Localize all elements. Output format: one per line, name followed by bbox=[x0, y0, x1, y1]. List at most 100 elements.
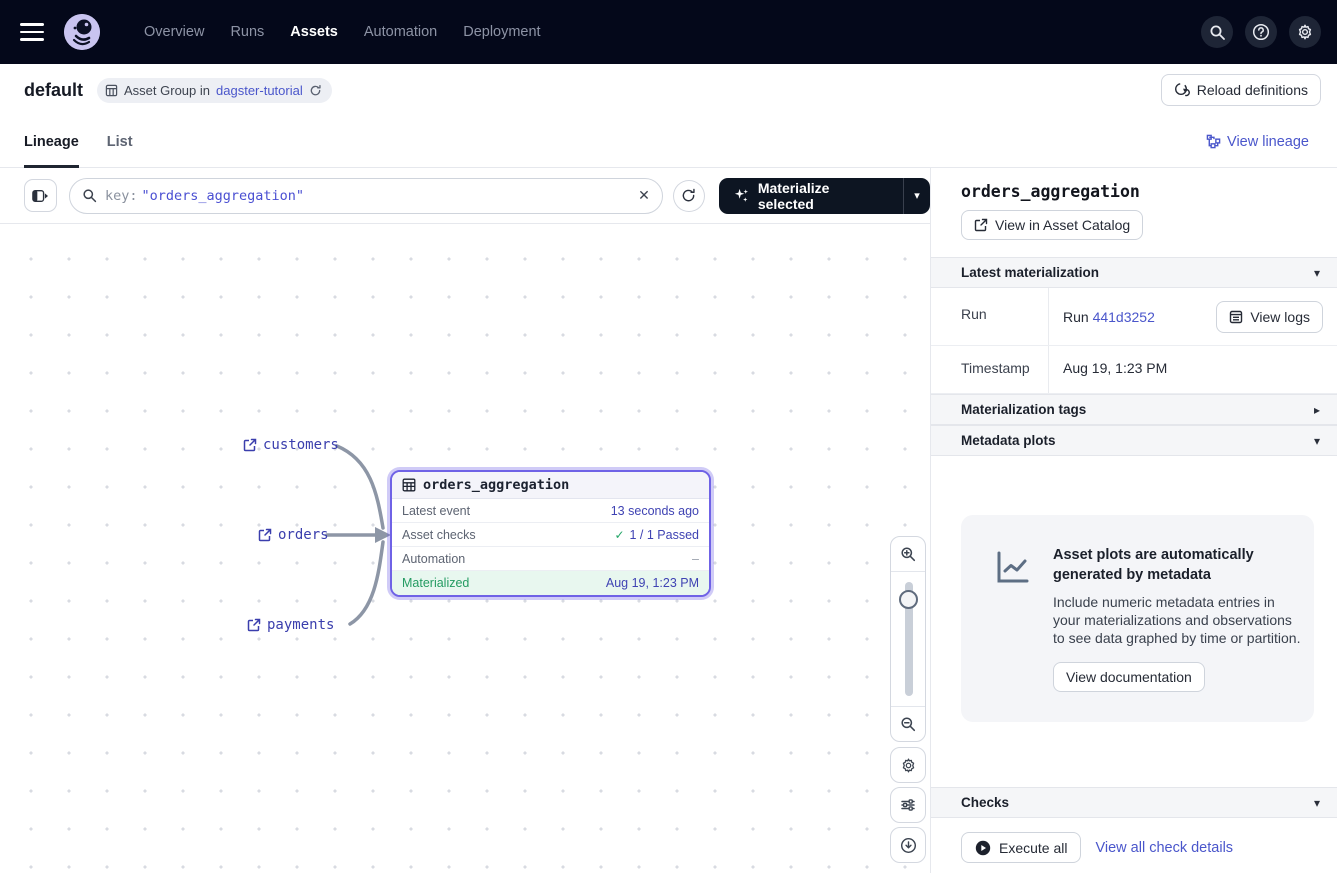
upstream-asset-customers[interactable]: customers bbox=[243, 437, 339, 453]
section-checks[interactable]: Checks ▾ bbox=[931, 787, 1337, 818]
view-lineage-link[interactable]: View lineage bbox=[1206, 134, 1309, 150]
top-nav: Overview Runs Assets Automation Deployme… bbox=[0, 0, 1337, 64]
chevron-down-icon: ▾ bbox=[1314, 266, 1320, 280]
check-passed-icon: ✓ bbox=[614, 528, 624, 542]
section-materialization-tags[interactable]: Materialization tags ▸ bbox=[931, 394, 1337, 425]
page-title: default bbox=[24, 80, 83, 101]
download-circle-icon bbox=[900, 837, 917, 854]
graph-settings-button[interactable] bbox=[890, 747, 926, 783]
chevron-down-icon: ▾ bbox=[1314, 796, 1320, 810]
lineage-icon bbox=[1206, 134, 1221, 149]
menu-icon[interactable] bbox=[20, 18, 48, 46]
checks-actions: Execute all View all check details bbox=[961, 832, 1233, 863]
sliders-icon bbox=[900, 797, 916, 813]
zoom-control-group bbox=[890, 536, 926, 742]
nav-right-icons bbox=[1201, 16, 1321, 48]
dagster-logo-icon[interactable] bbox=[64, 14, 100, 50]
materialize-split-button: Materialize selected ▾ bbox=[719, 178, 930, 214]
nav-item-runs[interactable]: Runs bbox=[230, 24, 264, 40]
lineage-canvas[interactable]: customers orders payments orders_aggrega… bbox=[0, 224, 930, 873]
upstream-asset-orders[interactable]: orders bbox=[258, 527, 329, 543]
graph-filters-button[interactable] bbox=[890, 787, 926, 823]
external-link-icon bbox=[247, 618, 261, 632]
external-link-icon bbox=[974, 218, 988, 232]
chart-line-icon bbox=[993, 547, 1033, 587]
view-logs-button[interactable]: View logs bbox=[1216, 301, 1323, 333]
asset-node-title: orders_aggregation bbox=[423, 477, 569, 493]
run-id-link[interactable]: 441d3252 bbox=[1093, 309, 1155, 325]
tab-list[interactable]: List bbox=[107, 116, 133, 167]
search-query-value: "orders_aggregation" bbox=[141, 188, 304, 204]
node-row-asset-checks: Asset checks ✓ 1 / 1 Passed bbox=[392, 523, 709, 547]
view-all-check-details-link[interactable]: View all check details bbox=[1095, 840, 1233, 856]
node-row-materialized: Materialized Aug 19, 1:23 PM bbox=[392, 571, 709, 595]
refresh-small-icon[interactable] bbox=[309, 84, 322, 97]
run-row-label: Run bbox=[931, 288, 1049, 345]
reload-label: Reload definitions bbox=[1197, 82, 1308, 98]
tabs-row: Lineage List View lineage bbox=[0, 116, 1337, 168]
panel-expand-icon bbox=[32, 189, 48, 203]
asset-search-input[interactable]: key: "orders_aggregation" ✕ bbox=[69, 178, 663, 214]
graph-toolbar: key: "orders_aggregation" ✕ Materialize … bbox=[0, 168, 930, 224]
nav-links: Overview Runs Assets Automation Deployme… bbox=[144, 24, 541, 40]
upstream-asset-payments[interactable]: payments bbox=[247, 617, 334, 633]
reload-icon bbox=[1174, 82, 1190, 98]
chevron-down-icon: ▾ bbox=[1314, 434, 1320, 448]
nav-item-assets[interactable]: Assets bbox=[290, 24, 338, 40]
materialization-table: Run Run 441d3252 View logs Timestamp Aug… bbox=[931, 288, 1337, 394]
nav-item-overview[interactable]: Overview bbox=[144, 24, 204, 40]
zoom-out-button[interactable] bbox=[891, 707, 925, 741]
view-in-asset-catalog-button[interactable]: View in Asset Catalog bbox=[961, 210, 1143, 240]
external-link-icon bbox=[258, 528, 272, 542]
execute-all-button[interactable]: Execute all bbox=[961, 832, 1081, 863]
search-icon bbox=[82, 188, 97, 203]
section-metadata-plots[interactable]: Metadata plots ▾ bbox=[931, 425, 1337, 456]
logs-icon bbox=[1229, 310, 1243, 324]
materialize-dropdown-button[interactable]: ▾ bbox=[903, 178, 930, 214]
table-grid-icon bbox=[105, 84, 118, 97]
search-query-prefix: key: bbox=[105, 188, 138, 204]
zoom-in-button[interactable] bbox=[891, 537, 925, 571]
nav-item-automation[interactable]: Automation bbox=[364, 24, 437, 40]
refresh-graph-button[interactable] bbox=[673, 180, 705, 212]
section-latest-materialization[interactable]: Latest materialization ▾ bbox=[931, 257, 1337, 288]
node-row-latest-event: Latest event 13 seconds ago bbox=[392, 499, 709, 523]
zoom-out-icon bbox=[900, 716, 916, 732]
zoom-slider-handle[interactable] bbox=[899, 590, 918, 609]
zoom-slider[interactable] bbox=[891, 571, 925, 707]
gear-icon bbox=[900, 757, 917, 774]
expand-panel-button[interactable] bbox=[24, 179, 57, 212]
timestamp-row-label: Timestamp bbox=[931, 346, 1049, 393]
sparkles-icon bbox=[733, 187, 750, 204]
asset-plots-card-title: Asset plots are automatically generated … bbox=[1053, 545, 1283, 585]
asset-node-orders-aggregation[interactable]: orders_aggregation Latest event 13 secon… bbox=[390, 470, 711, 597]
external-link-icon bbox=[243, 438, 257, 452]
tab-lineage[interactable]: Lineage bbox=[24, 116, 79, 167]
reload-definitions-button[interactable]: Reload definitions bbox=[1161, 74, 1321, 106]
search-icon[interactable] bbox=[1201, 16, 1233, 48]
nav-item-deployment[interactable]: Deployment bbox=[463, 24, 540, 40]
table-grid-icon bbox=[402, 478, 416, 492]
timestamp-row-value: Aug 19, 1:23 PM bbox=[1049, 346, 1337, 393]
clear-search-icon[interactable]: ✕ bbox=[638, 187, 650, 204]
badge-text: Asset Group in bbox=[124, 83, 210, 98]
chevron-down-icon: ▾ bbox=[914, 189, 920, 202]
materialize-selected-button[interactable]: Materialize selected bbox=[719, 178, 903, 214]
asset-node-header: orders_aggregation bbox=[392, 472, 709, 499]
view-documentation-button[interactable]: View documentation bbox=[1053, 662, 1205, 692]
help-icon[interactable] bbox=[1245, 16, 1277, 48]
panel-asset-title: orders_aggregation bbox=[961, 182, 1140, 201]
asset-plots-card: Asset plots are automatically generated … bbox=[961, 515, 1314, 722]
node-row-automation: Automation – bbox=[392, 547, 709, 571]
zoom-in-icon bbox=[900, 546, 916, 562]
recenter-graph-button[interactable] bbox=[890, 827, 926, 863]
run-row: Run Run 441d3252 View logs bbox=[931, 288, 1337, 346]
asset-detail-panel: orders_aggregation View in Asset Catalog… bbox=[930, 168, 1337, 873]
page-header: default Asset Group in dagster-tutorial … bbox=[0, 64, 1337, 116]
chevron-right-icon: ▸ bbox=[1314, 403, 1320, 417]
timestamp-row: Timestamp Aug 19, 1:23 PM bbox=[931, 346, 1337, 394]
settings-gear-icon[interactable] bbox=[1289, 16, 1321, 48]
play-circle-icon bbox=[975, 840, 991, 856]
badge-repo-link[interactable]: dagster-tutorial bbox=[216, 83, 303, 98]
asset-group-badge: Asset Group in dagster-tutorial bbox=[97, 78, 332, 103]
